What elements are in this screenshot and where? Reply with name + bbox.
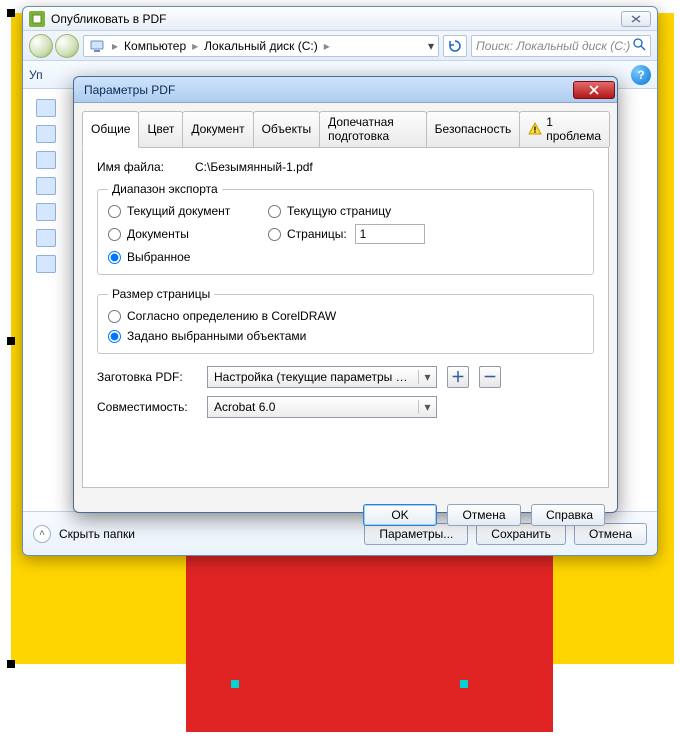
tab-label: Допечатная подготовка xyxy=(328,115,418,143)
sidebar-item-icon[interactable] xyxy=(36,203,56,221)
sidebar-item-icon[interactable] xyxy=(36,151,56,169)
tab-strip: Общие Цвет Документ Объекты Допечатная п… xyxy=(82,111,609,148)
tab-label: Безопасность xyxy=(435,122,512,136)
radio-label: Документы xyxy=(127,227,189,241)
export-range-legend: Диапазон экспорта xyxy=(108,182,222,196)
compat-row: Совместимость: Acrobat 6.0 ▾ xyxy=(97,396,594,418)
add-preset-button[interactable]: ＋ xyxy=(447,366,469,388)
nav-bar: ▸ Компьютер ▸ Локальный диск (C:) ▸ ▾ По… xyxy=(23,31,657,61)
sidebar-item-icon[interactable] xyxy=(36,229,56,247)
tab-label: Цвет xyxy=(147,122,174,136)
pages-input[interactable] xyxy=(355,224,425,244)
tab-document[interactable]: Документ xyxy=(182,111,253,147)
cancel-button[interactable]: Отмена xyxy=(447,504,521,526)
selection-handle[interactable] xyxy=(7,337,15,345)
filename-row: Имя файла: C:\Безымянный-1.pdf xyxy=(97,160,594,174)
compat-combobox[interactable]: Acrobat 6.0 ▾ xyxy=(207,396,437,418)
page-size-group: Размер страницы Согласно определению в C… xyxy=(97,287,594,354)
pdf-settings-dialog: Параметры PDF Общие Цвет Документ Объект… xyxy=(73,76,618,513)
search-icon[interactable] xyxy=(632,37,646,54)
ok-button[interactable]: OK xyxy=(363,504,437,526)
radio-label: Согласно определению в CorelDRAW xyxy=(127,309,336,323)
radio-current-document[interactable]: Текущий документ xyxy=(108,204,248,218)
combo-text: Настройка (текущие параметры не с... xyxy=(208,370,418,384)
radio-size-corel[interactable]: Согласно определению в CorelDRAW xyxy=(108,309,583,323)
radio-current-page[interactable]: Текущую страницу xyxy=(268,204,583,218)
tab-body-general: Имя файла: C:\Безымянный-1.pdf Диапазон … xyxy=(82,148,609,488)
radio-label: Выбранное xyxy=(127,250,190,264)
dialog-buttons: OK Отмена Справка xyxy=(74,496,617,536)
combo-text: Acrobat 6.0 xyxy=(208,400,418,414)
sidebar-strip xyxy=(31,91,61,507)
sidebar-item-icon[interactable] xyxy=(36,177,56,195)
dialog-title: Параметры PDF xyxy=(84,83,175,97)
chevron-down-icon: ▾ xyxy=(418,400,436,414)
breadcrumb-part[interactable]: Компьютер xyxy=(120,39,190,53)
radio-label: Задано выбранными объектами xyxy=(127,329,306,343)
selection-handle[interactable] xyxy=(460,680,468,688)
tab-label: Документ xyxy=(191,122,244,136)
selection-handle[interactable] xyxy=(7,9,15,17)
radio-label: Страницы: xyxy=(287,227,347,241)
filename-value: C:\Безымянный-1.pdf xyxy=(195,160,313,174)
tab-label: Объекты xyxy=(262,122,312,136)
selection-handle[interactable] xyxy=(231,680,239,688)
compat-label: Совместимость: xyxy=(97,400,197,414)
tab-prepress[interactable]: Допечатная подготовка xyxy=(319,111,427,147)
nav-back-button[interactable] xyxy=(29,34,53,58)
export-range-group: Диапазон экспорта Текущий документ Текущ… xyxy=(97,182,594,275)
red-shape xyxy=(186,536,553,732)
radio-selection[interactable]: Выбранное xyxy=(108,250,248,264)
radio-label: Текущий документ xyxy=(127,204,230,218)
breadcrumb[interactable]: ▸ Компьютер ▸ Локальный диск (C:) ▸ ▾ xyxy=(83,35,439,57)
page-size-legend: Размер страницы xyxy=(108,287,214,301)
radio-size-objects[interactable]: Задано выбранными объектами xyxy=(108,329,583,343)
preset-label: Заготовка PDF: xyxy=(97,370,197,384)
pdf-window-icon xyxy=(29,11,45,27)
tab-general[interactable]: Общие xyxy=(82,111,139,148)
sidebar-item-icon[interactable] xyxy=(36,99,56,117)
toolbar-label[interactable]: Уп xyxy=(29,68,43,82)
preset-combobox[interactable]: Настройка (текущие параметры не с... ▾ xyxy=(207,366,437,388)
filename-label: Имя файла: xyxy=(97,160,185,174)
tab-problem[interactable]: 1 проблема xyxy=(519,111,610,147)
chevron-down-icon: ▾ xyxy=(418,370,436,384)
pdf-settings-titlebar[interactable]: Параметры PDF xyxy=(74,77,617,103)
chevron-right-icon: ▸ xyxy=(110,39,120,53)
help-button[interactable]: ? xyxy=(631,65,651,85)
sidebar-item-icon[interactable] xyxy=(36,255,56,273)
window-title: Опубликовать в PDF xyxy=(51,12,621,26)
tab-label: 1 проблема xyxy=(546,115,601,143)
close-window-button[interactable] xyxy=(621,11,651,27)
radio-documents[interactable]: Документы xyxy=(108,227,248,241)
tab-label: Общие xyxy=(91,122,130,136)
warning-icon xyxy=(528,122,542,136)
sidebar-item-icon[interactable] xyxy=(36,125,56,143)
nav-forward-button[interactable] xyxy=(55,34,79,58)
chevron-right-icon: ▸ xyxy=(322,39,332,53)
computer-icon xyxy=(88,37,106,55)
breadcrumb-part[interactable]: Локальный диск (C:) xyxy=(200,39,322,53)
preset-row: Заготовка PDF: Настройка (текущие параме… xyxy=(97,366,594,388)
radio-pages[interactable]: Страницы: xyxy=(268,227,347,241)
close-button[interactable] xyxy=(573,81,615,99)
hide-folders-toggle-icon[interactable]: ˄ xyxy=(33,525,51,543)
breadcrumb-dropdown-icon[interactable]: ▾ xyxy=(424,39,438,53)
help-button[interactable]: Справка xyxy=(531,504,605,526)
radio-label: Текущую страницу xyxy=(287,204,391,218)
tab-color[interactable]: Цвет xyxy=(138,111,183,147)
remove-preset-button[interactable]: － xyxy=(479,366,501,388)
tab-security[interactable]: Безопасность xyxy=(426,111,521,147)
refresh-button[interactable] xyxy=(443,35,467,57)
chevron-right-icon: ▸ xyxy=(190,39,200,53)
tab-objects[interactable]: Объекты xyxy=(253,111,321,147)
search-placeholder: Поиск: Локальный диск (C:) xyxy=(476,39,630,53)
search-input[interactable]: Поиск: Локальный диск (C:) xyxy=(471,35,651,57)
titlebar[interactable]: Опубликовать в PDF xyxy=(23,7,657,31)
selection-handle[interactable] xyxy=(7,660,15,668)
